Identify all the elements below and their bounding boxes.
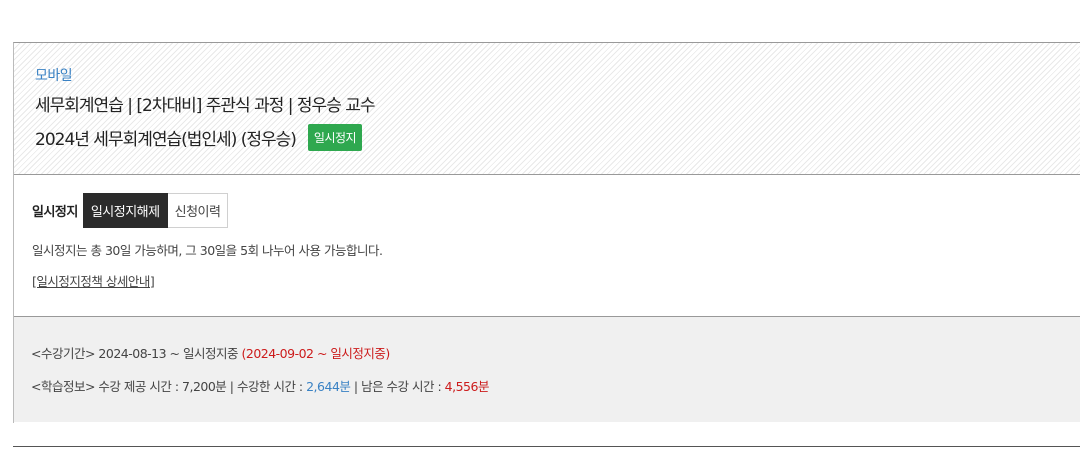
title-row: 2024년 세무회계연습(법인세) (정우승) 일시정지 <box>35 123 1080 151</box>
period-text: <수강기간> 2024-08-13 ~ 일시정지중 <box>31 346 239 361</box>
remaining-time: 4,556분 <box>444 379 490 394</box>
pause-period: (2024-09-02 ~ 일시정지중) <box>241 346 390 361</box>
pause-label: 일시정지 <box>32 205 78 220</box>
unpause-button[interactable]: 일시정지해제 <box>82 193 168 228</box>
pause-policy-link[interactable]: [일시정지정책 상세안내] <box>32 271 155 290</box>
study-mid-text: | 남은 수강 시간 : <box>350 379 445 394</box>
used-time: 2,644분 <box>306 379 351 394</box>
study-text: <학습정보> 수강 제공 시간 : 7,200분 | 수강한 시간 : <box>31 379 307 394</box>
course-title: 2024년 세무회계연습(법인세) (정우승) <box>35 129 297 150</box>
course-card: 모바일 세무회계연습 | [2차대비] 주관식 과정 | 정우승 교수 2024… <box>13 42 1080 423</box>
pause-tabs: 일시정지 일시정지해제 신청이력 <box>32 193 1080 228</box>
pause-description: 일시정지는 총 30일 가능하며, 그 30일을 5회 나누어 사용 가능합니다… <box>32 243 383 258</box>
pause-section: 일시정지 일시정지해제 신청이력 일시정지는 총 30일 가능하며, 그 30일… <box>14 175 1080 317</box>
status-badge: 일시정지 <box>307 123 363 151</box>
course-path: 세무회계연습 | [2차대비] 주관식 과정 | 정우승 교수 <box>35 96 376 116</box>
divider <box>13 446 1080 447</box>
device-type: 모바일 <box>35 68 73 84</box>
history-button[interactable]: 신청이력 <box>167 193 229 228</box>
study-line: <학습정보> 수강 제공 시간 : 7,200분 | 수강한 시간 : 2,64… <box>31 376 1080 409</box>
study-info: <수강기간> 2024-08-13 ~ 일시정지중 (2024-09-02 ~ … <box>14 317 1080 422</box>
period-line: <수강기간> 2024-08-13 ~ 일시정지중 (2024-09-02 ~ … <box>31 343 1080 376</box>
course-header: 모바일 세무회계연습 | [2차대비] 주관식 과정 | 정우승 교수 2024… <box>14 43 1080 175</box>
